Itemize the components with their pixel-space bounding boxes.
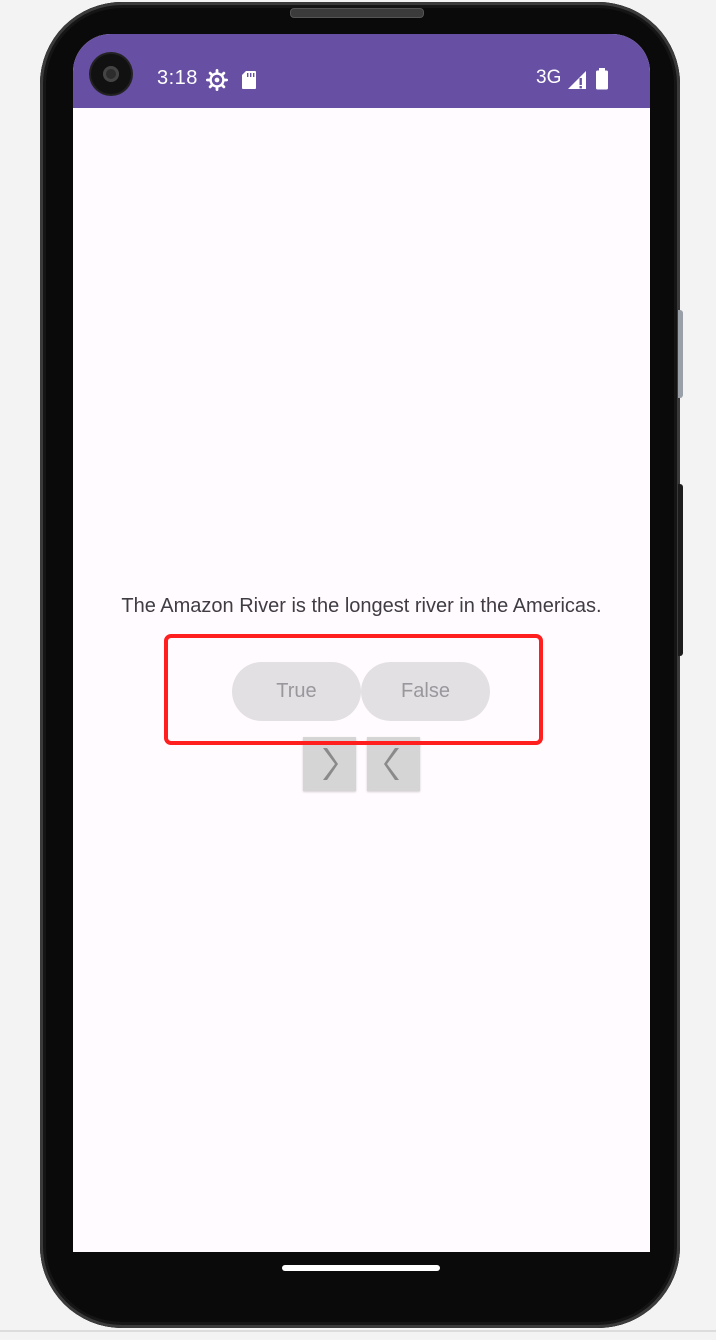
signal-icon xyxy=(568,71,586,89)
battery-icon xyxy=(596,68,608,90)
chevron-left-icon xyxy=(384,748,399,780)
question-text: The Amazon River is the longest river in… xyxy=(121,595,602,617)
sd-card-icon xyxy=(242,71,256,89)
home-gesture-bar[interactable] xyxy=(282,1265,440,1271)
true-button[interactable]: True xyxy=(232,662,361,721)
front-camera xyxy=(91,54,131,94)
chevron-right-icon xyxy=(323,748,338,780)
next-button[interactable] xyxy=(303,737,356,791)
previous-button[interactable] xyxy=(367,737,420,791)
device-screen: 3:18 3G The Amazon River is the longest … xyxy=(73,34,650,1252)
status-bar: 3:18 3G xyxy=(73,34,650,108)
settings-icon xyxy=(206,69,228,91)
earpiece-speaker xyxy=(290,8,424,18)
device-frame-canvas: 3:18 3G The Amazon River is the longest … xyxy=(0,0,716,1340)
status-time: 3:18 xyxy=(157,67,198,89)
network-type: 3G xyxy=(536,67,562,88)
false-button[interactable]: False xyxy=(361,662,490,721)
volume-button[interactable] xyxy=(678,310,683,398)
power-button[interactable] xyxy=(678,484,683,656)
divider xyxy=(0,1330,716,1332)
